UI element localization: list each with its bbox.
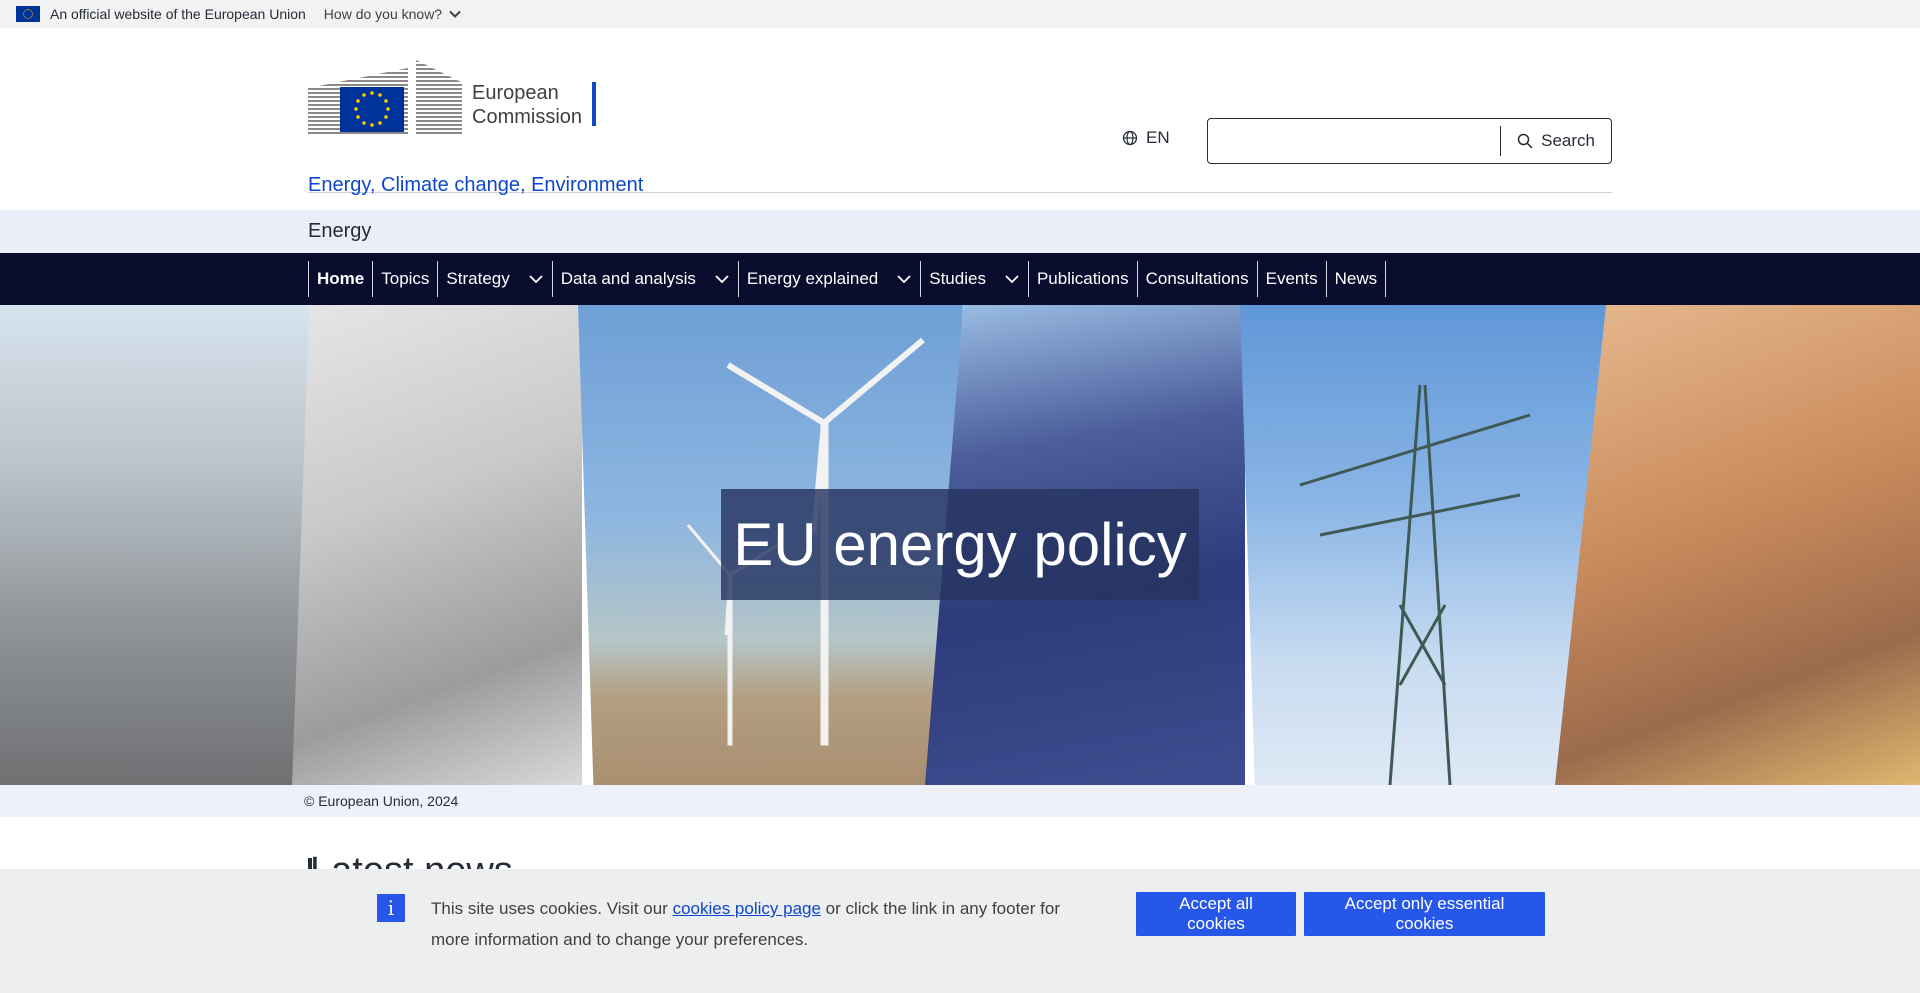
- hero-title: EU energy policy: [733, 511, 1187, 578]
- nav-item-energy-explained[interactable]: Energy explained: [737, 261, 920, 297]
- nav-item-label: News: [1334, 269, 1378, 288]
- european-commission-logo[interactable]: European Commission: [308, 60, 597, 135]
- power-pylon-graphic: [1299, 384, 1531, 785]
- nav-item-label: Studies: [929, 269, 986, 288]
- globe-icon: [1122, 130, 1138, 146]
- chevron-down-icon: [897, 275, 911, 284]
- chevron-down-icon: [449, 10, 461, 18]
- info-icon: i: [377, 894, 405, 922]
- cookies-policy-link[interactable]: cookies policy page: [673, 899, 821, 918]
- eu-flag-logo-icon: [340, 87, 404, 132]
- section-band-title: Energy: [308, 220, 372, 242]
- hero-image-power-pylon: [1240, 305, 1610, 785]
- nav-item-label: Events: [1265, 269, 1318, 288]
- search-button-label: Search: [1541, 131, 1595, 150]
- hero-image-engineers: [0, 305, 325, 785]
- hero-image-thermostat: [292, 305, 582, 785]
- logo-building-graphic: [308, 60, 408, 135]
- nav-item-label: Energy explained: [746, 269, 879, 288]
- logo-accent-bar: [592, 81, 597, 126]
- nav-item-consultations[interactable]: Consultations: [1136, 261, 1257, 297]
- official-website-text: An official website of the European Unio…: [50, 6, 306, 22]
- logo-line-1: European: [472, 81, 559, 104]
- eu-official-bar: An official website of the European Unio…: [0, 0, 1920, 28]
- how-do-you-know-label: How do you know?: [323, 6, 443, 22]
- hero-caption-band: © European Union, 2024: [0, 785, 1920, 817]
- logo-building-right: [416, 60, 462, 135]
- search-icon: [1517, 133, 1533, 149]
- accept-all-cookies-button[interactable]: Accept all cookies: [1136, 892, 1296, 936]
- logo-text: European Commission: [472, 81, 582, 129]
- chevron-down-icon: [529, 275, 543, 284]
- chevron-down-icon: [715, 275, 729, 284]
- nav-item-strategy[interactable]: Strategy: [437, 261, 551, 297]
- nav-item-label: Topics: [381, 269, 430, 288]
- nav-item-news[interactable]: News: [1325, 261, 1387, 297]
- site-name-link[interactable]: Energy, Climate change, Environment: [308, 174, 643, 197]
- section-band: Energy: [0, 210, 1920, 253]
- search-button[interactable]: Search: [1501, 119, 1611, 163]
- nav-item-label: Data and analysis: [560, 269, 696, 288]
- nav-item-topics[interactable]: Topics: [372, 261, 437, 297]
- nav-item-home[interactable]: Home: [308, 261, 372, 297]
- main-navigation: Home Topics Strategy Data and analysis E…: [0, 253, 1920, 305]
- cookie-text-before: This site uses cookies. Visit our: [431, 899, 673, 918]
- nav-item-label: Consultations: [1145, 269, 1249, 288]
- site-header: European Commission EN Search: [0, 28, 1920, 193]
- how-do-you-know-toggle[interactable]: How do you know?: [324, 6, 462, 22]
- search-box: Search: [1207, 118, 1612, 164]
- cookie-consent-banner: i This site uses cookies. Visit our cook…: [0, 869, 1920, 993]
- nav-item-label: Strategy: [446, 269, 510, 288]
- hero-copyright-caption: © European Union, 2024: [304, 793, 459, 809]
- nav-item-data-and-analysis[interactable]: Data and analysis: [551, 261, 738, 297]
- accept-essential-cookies-button[interactable]: Accept only essential cookies: [1304, 892, 1545, 936]
- nav-item-label: Publications: [1036, 269, 1129, 288]
- hero-banner: EU energy policy: [0, 305, 1920, 785]
- hero-image-energy-label: [1555, 305, 1920, 785]
- language-code: EN: [1146, 128, 1170, 147]
- nav-item-studies[interactable]: Studies: [920, 261, 1028, 297]
- search-input[interactable]: [1208, 119, 1501, 163]
- language-selector[interactable]: EN: [1122, 128, 1170, 148]
- nav-item-events[interactable]: Events: [1256, 261, 1326, 297]
- hero-title-box: EU energy policy: [721, 489, 1199, 600]
- chevron-down-icon: [1005, 275, 1019, 284]
- nav-item-publications[interactable]: Publications: [1027, 261, 1137, 297]
- nav-item-label: Home: [317, 269, 365, 288]
- logo-line-2: Commission: [472, 105, 583, 128]
- eu-flag-icon: [16, 6, 40, 22]
- cookie-message: This site uses cookies. Visit our cookie…: [431, 893, 1101, 955]
